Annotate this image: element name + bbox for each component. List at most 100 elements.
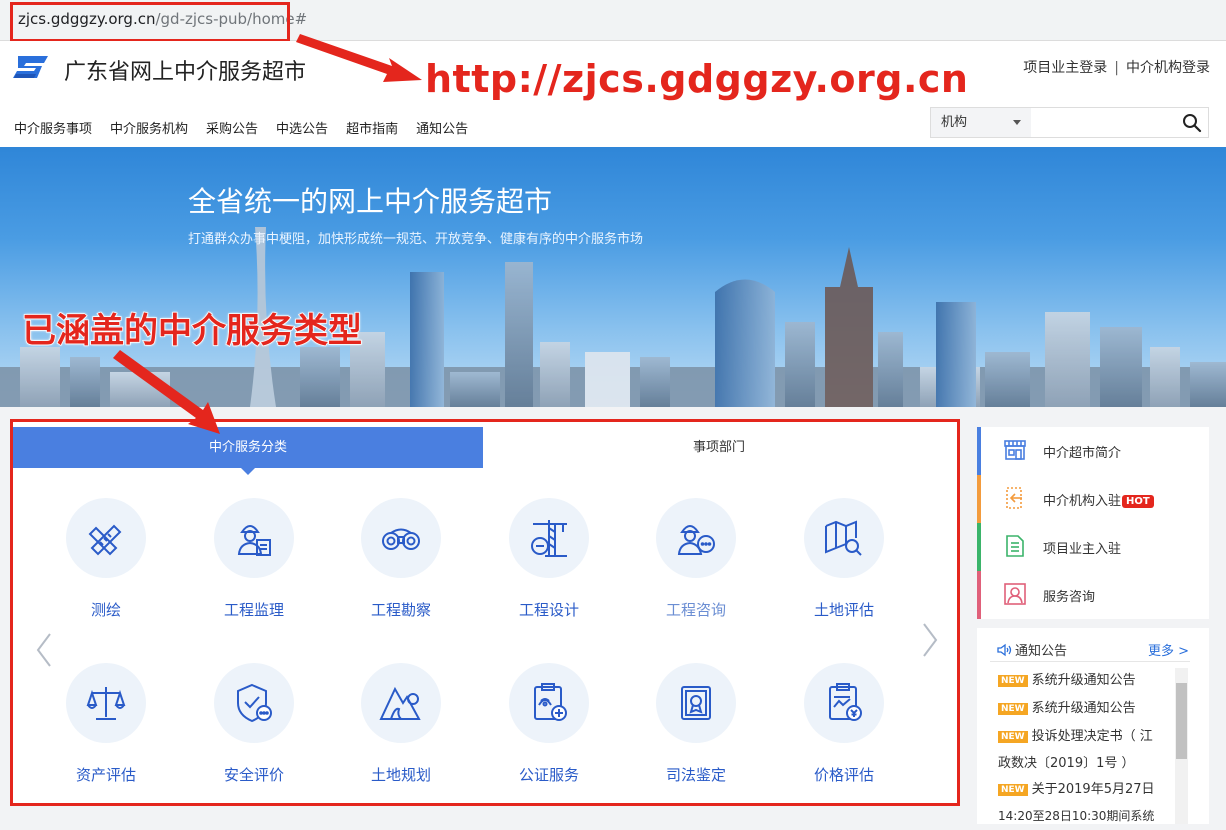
notice-item-text: 投诉处理决定书（ 江 xyxy=(1031,729,1153,744)
sidebar-item-owner-join[interactable]: 项目业主入驻 xyxy=(977,523,1209,571)
service-label: 工程监理 xyxy=(223,601,284,619)
consultant-icon xyxy=(1004,583,1026,605)
sidebar-item-text: 中介机构入驻 xyxy=(1043,494,1122,509)
carousel-next-icon[interactable] xyxy=(920,622,940,658)
nav-item-service-matters[interactable]: 中介服务事项 xyxy=(14,122,92,137)
annotation-label: 已涵盖的中介服务类型 xyxy=(21,310,363,352)
worker-chat-icon xyxy=(656,498,736,578)
service-label: 工程勘察 xyxy=(370,601,431,619)
login-icon xyxy=(1006,487,1022,509)
service-label: 土地规划 xyxy=(370,766,431,784)
main-nav: 中介服务事项 中介服务机构 采购公告 中选公告 超市指南 通知公告 xyxy=(14,118,486,137)
price-doc-icon xyxy=(804,663,884,743)
balance-scale-icon xyxy=(66,663,146,743)
service-label: 工程咨询 xyxy=(665,601,726,619)
new-badge: NEW xyxy=(998,703,1028,715)
service-label: 公证服务 xyxy=(518,766,579,784)
search-icon[interactable] xyxy=(1182,113,1202,133)
shield-check-icon xyxy=(214,663,294,743)
sidebar-item-label: 中介超市简介 xyxy=(1043,446,1122,461)
sidebar-item-label: 中介机构入驻 HOT xyxy=(1043,490,1154,509)
login-links: 项目业主登录 | 中介机构登录 xyxy=(1023,57,1210,77)
notice-title: 通知公告 xyxy=(1015,644,1068,659)
speaker-icon xyxy=(996,642,1012,662)
tab-label: 中介服务分类 xyxy=(208,440,287,455)
service-item-asset-evaluation[interactable]: 资产评估 xyxy=(41,663,171,793)
service-item-judicial-appraisal[interactable]: 司法鉴定 xyxy=(631,663,761,793)
tab-service-category[interactable]: 中介服务分类 xyxy=(13,427,483,475)
service-item-engineering-consulting[interactable]: 工程咨询 xyxy=(631,498,761,628)
notice-item-text: 系统升级通知公告 xyxy=(1031,701,1136,716)
search-input[interactable] xyxy=(1032,108,1172,137)
nav-item-selection[interactable]: 中选公告 xyxy=(276,122,328,137)
tab-pointer-icon xyxy=(241,468,255,475)
tab-department[interactable]: 事项部门 xyxy=(483,427,955,468)
search-type-select[interactable]: 机构 xyxy=(931,108,1031,137)
login-separator: | xyxy=(1114,60,1119,76)
agency-login-link[interactable]: 中介机构登录 xyxy=(1126,60,1210,76)
notice-header: 通知公告 xyxy=(996,640,1067,662)
crane-icon xyxy=(509,498,589,578)
service-item-land-evaluation[interactable]: 土地评估 xyxy=(779,498,909,628)
mountain-icon xyxy=(361,663,441,743)
document-icon xyxy=(1006,535,1024,557)
tab-label: 事项部门 xyxy=(692,440,745,455)
notice-divider xyxy=(990,661,1190,662)
worker-document-icon xyxy=(214,498,294,578)
notice-item[interactable]: NEW 系统升级通知公告 xyxy=(998,695,1168,722)
search-bar: 机构 xyxy=(930,107,1209,138)
service-label: 测绘 xyxy=(90,601,121,619)
search-type-value: 机构 xyxy=(941,115,968,130)
sidebar-item-intro[interactable]: 中介超市简介 xyxy=(977,427,1209,475)
notice-item-text: 关于2019年5月27日 xyxy=(1031,782,1155,797)
banner-title: 全省统一的网上中介服务超市 xyxy=(188,185,553,218)
city-skyline-image xyxy=(0,227,1226,407)
service-item-land-planning[interactable]: 土地规划 xyxy=(336,663,466,793)
sidebar-item-label: 项目业主入驻 xyxy=(1043,542,1122,557)
notice-item-text: 系统升级通知公告 xyxy=(1031,673,1136,688)
service-item-engineering-survey[interactable]: 工程勘察 xyxy=(336,498,466,628)
sidebar-item-label: 服务咨询 xyxy=(1043,590,1096,605)
service-item-notary[interactable]: 公证服务 xyxy=(484,663,614,793)
service-label: 土地评估 xyxy=(813,601,874,619)
ruler-pencil-icon xyxy=(66,498,146,578)
caret-down-icon xyxy=(1013,120,1021,125)
map-search-icon xyxy=(804,498,884,578)
new-badge: NEW xyxy=(998,675,1028,687)
site-title[interactable]: 广东省网上中介服务超市 xyxy=(64,54,306,86)
service-label: 安全评价 xyxy=(223,766,284,784)
url-highlight-box xyxy=(10,2,290,42)
service-item-engineering-design[interactable]: 工程设计 xyxy=(484,498,614,628)
owner-login-link[interactable]: 项目业主登录 xyxy=(1023,60,1107,76)
service-item-safety-evaluation[interactable]: 安全评价 xyxy=(189,663,319,793)
annotation-url-text: http://zjcs.gdggzy.org.cn xyxy=(425,57,969,101)
service-label: 价格评估 xyxy=(813,766,874,784)
nav-item-service-agencies[interactable]: 中介服务机构 xyxy=(110,122,188,137)
service-item-price-evaluation[interactable]: 价格评估 xyxy=(779,663,909,793)
notice-item-text-cont: 14:20至28日10:30期间系统 xyxy=(998,809,1155,823)
nav-item-guide[interactable]: 超市指南 xyxy=(346,122,398,137)
service-label: 司法鉴定 xyxy=(665,766,726,784)
service-label: 工程设计 xyxy=(518,601,579,619)
service-item-engineering-supervision[interactable]: 工程监理 xyxy=(189,498,319,628)
clipboard-plus-icon xyxy=(509,663,589,743)
service-item-surveying[interactable]: 测绘 xyxy=(41,498,171,628)
sidebar-item-agency-join[interactable]: 中介机构入驻 HOT xyxy=(977,475,1209,523)
binoculars-icon xyxy=(361,498,441,578)
notice-item[interactable]: NEW 系统升级通知公告 xyxy=(998,667,1168,694)
notice-more-link[interactable]: 更多 > xyxy=(1148,640,1189,659)
service-label: 资产评估 xyxy=(75,766,136,784)
notice-scrollbar-thumb[interactable] xyxy=(1176,683,1187,759)
nav-item-procurement[interactable]: 采购公告 xyxy=(206,122,258,137)
new-badge: NEW xyxy=(998,731,1028,743)
hot-badge: HOT xyxy=(1122,495,1154,508)
notice-item[interactable]: NEW 投诉处理决定书（ 江政数决〔2019〕1号 ） xyxy=(998,723,1168,777)
quick-links-sidebar: 中介超市简介 中介机构入驻 HOT 项目业主入驻 服务咨询 xyxy=(977,427,1209,619)
site-logo-icon[interactable] xyxy=(10,52,52,82)
notice-item[interactable]: NEW 关于2019年5月27日 14:20至28日10:30期间系统 xyxy=(998,776,1168,830)
nav-item-notices[interactable]: 通知公告 xyxy=(416,122,468,137)
shop-icon xyxy=(1004,440,1026,460)
new-badge: NEW xyxy=(998,784,1028,796)
certificate-icon xyxy=(656,663,736,743)
sidebar-item-consulting[interactable]: 服务咨询 xyxy=(977,571,1209,619)
